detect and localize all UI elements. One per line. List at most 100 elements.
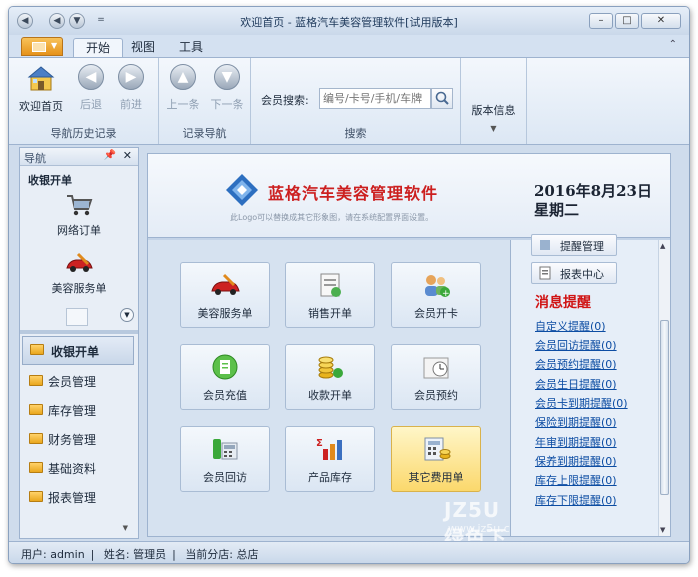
- member-followup-button[interactable]: 会员回访: [180, 426, 270, 492]
- navigation-pane: 导航 📌 ✕ 收银开单 网络订单 美容服务单 ▼ 收银开单 会员管理 库存管理 …: [19, 147, 139, 539]
- nav-item-label: 财务管理: [48, 433, 97, 447]
- payment-order-button[interactable]: 收款开单: [285, 344, 375, 410]
- pin-icon[interactable]: 📌: [104, 150, 116, 161]
- member-recharge-button[interactable]: 会员充值: [180, 344, 270, 410]
- insurance-expiry-reminder-link[interactable]: 保险到期提醒(0): [535, 414, 617, 430]
- member-followup-reminder-link[interactable]: 会员回访提醒(0): [535, 337, 617, 353]
- version-info-button[interactable]: 版本信息 ▼: [461, 102, 526, 133]
- main-content: 蓝格汽车美容管理软件 此Logo可以替换成其它形象图，请在系统配置界面设置。 2…: [147, 153, 671, 563]
- folder-icon: [30, 344, 44, 355]
- svg-text:+: +: [442, 289, 450, 299]
- nav-item-label: 会员管理: [48, 375, 97, 389]
- member-birthday-reminder-link[interactable]: 会员生日提醒(0): [535, 376, 617, 392]
- welcome-banner: 蓝格汽车美容管理软件 此Logo可以替换成其它形象图，请在系统配置界面设置。 2…: [148, 154, 670, 238]
- reminder-panel: 提醒管理 报表中心 消息提醒 自定义提醒(0) 会员回访提醒(0) 会员预约提醒…: [510, 234, 670, 536]
- version-label: 版本信息: [471, 104, 516, 117]
- scrollbar-thumb[interactable]: [660, 320, 669, 495]
- grid-label: 收款开单: [308, 389, 352, 402]
- annual-inspection-reminder-link[interactable]: 年审到期提醒(0): [535, 434, 617, 450]
- member-search-input[interactable]: [319, 88, 431, 109]
- tab-view[interactable]: 视图: [119, 38, 167, 57]
- next-label: 下一条: [210, 98, 244, 111]
- nav-item-basic-data[interactable]: 基础资料: [20, 454, 138, 483]
- folder-icon: [29, 433, 43, 444]
- nav-item-reports[interactable]: 报表管理: [20, 483, 138, 512]
- nav-item-member[interactable]: 会员管理: [20, 367, 138, 396]
- up-arrow-icon: ▲: [170, 64, 196, 90]
- forward-button[interactable]: ▶ 前进: [109, 64, 153, 112]
- car-tools-icon: [209, 271, 241, 299]
- collapse-ribbon-icon[interactable]: ⌃: [669, 39, 677, 50]
- sales-order-button[interactable]: 销售开单: [285, 262, 375, 328]
- window-title: 欢迎首页 - 蓝格汽车美容管理软件[试用版本]: [240, 16, 458, 29]
- card-expiry-reminder-link[interactable]: 会员卡到期提醒(0): [535, 395, 628, 411]
- grid-label: 会员回访: [203, 471, 247, 484]
- maintenance-expiry-reminder-link[interactable]: 保养到期提醒(0): [535, 453, 617, 469]
- home-button[interactable]: 欢迎首页: [17, 64, 65, 114]
- nav-section-title: 收银开单: [28, 174, 72, 187]
- nav-item-inventory[interactable]: 库存管理: [20, 396, 138, 425]
- member-appointment-button[interactable]: 会员预约: [391, 344, 481, 410]
- close-icon[interactable]: ✕: [123, 149, 132, 162]
- tab-tools[interactable]: 工具: [167, 38, 215, 57]
- nav-item-label: 库存管理: [48, 404, 97, 418]
- date-text: 2016年8月23日: [533, 182, 652, 200]
- ribbon: 欢迎首页 ◀ 后退 ▶ 前进 导航历史记录 ▲ 上一条 ▼ 下一条 记录导航 会…: [9, 57, 689, 145]
- previous-record-button[interactable]: ▲ 上一条: [161, 64, 205, 112]
- svg-text:Σ: Σ: [316, 438, 323, 449]
- message-reminder-title: 消息提醒: [535, 295, 591, 311]
- function-grid: 美容服务单 销售开单 + 会员开卡 会员充值 收款开单 会员预约 会员回访 Σ …: [148, 240, 527, 563]
- phone-icon: [209, 435, 241, 463]
- scroll-down-icon[interactable]: ▼: [660, 526, 665, 534]
- back-arrow-icon: ◀: [78, 64, 104, 90]
- close-button[interactable]: ✕: [641, 13, 681, 29]
- nav-options-icon[interactable]: ▼: [123, 524, 128, 532]
- nav-item-beauty-service[interactable]: 美容服务单: [20, 250, 138, 306]
- grid-label: 销售开单: [308, 307, 352, 320]
- nav-splitter[interactable]: [20, 330, 138, 334]
- folder-icon: [29, 375, 43, 386]
- nav-title: 导航: [24, 152, 46, 165]
- nav-item-online-order[interactable]: 网络订单: [20, 192, 138, 248]
- beauty-service-order-button[interactable]: 美容服务单: [180, 262, 270, 328]
- reminder-scrollbar[interactable]: ▲ ▼: [658, 240, 670, 536]
- brand-name: 蓝格汽车美容管理软件: [268, 184, 439, 203]
- nav-big-label: 美容服务单: [51, 282, 107, 295]
- stock-lower-limit-reminder-link[interactable]: 库存下限提醒(0): [535, 492, 617, 508]
- product-inventory-button[interactable]: Σ 产品库存: [285, 426, 375, 492]
- reminder-management-button[interactable]: 提醒管理: [531, 234, 617, 256]
- search-button[interactable]: [431, 88, 453, 109]
- application-button[interactable]: ▼: [21, 37, 63, 56]
- minimize-button[interactable]: –: [589, 13, 613, 29]
- forward-arrow-icon: ▶: [118, 64, 144, 90]
- maximize-button[interactable]: □: [615, 13, 639, 29]
- bell-icon: [538, 238, 552, 252]
- logo-note: 此Logo可以替换成其它形象图，请在系统配置界面设置。: [230, 213, 434, 222]
- stock-upper-limit-reminder-link[interactable]: 库存上限提醒(0): [535, 472, 617, 488]
- member-card-open-button[interactable]: + 会员开卡: [391, 262, 481, 328]
- member-appointment-reminder-link[interactable]: 会员预约提醒(0): [535, 356, 617, 372]
- member-card-icon: +: [420, 271, 452, 299]
- back-button[interactable]: ◀ 后退: [69, 64, 113, 112]
- grid-label: 会员预约: [414, 389, 458, 402]
- nav-item-cashier[interactable]: 收银开单: [22, 336, 134, 365]
- expand-icon[interactable]: ▼: [120, 308, 134, 322]
- other-expense-button[interactable]: 其它费用单: [391, 426, 481, 492]
- car-tools-icon: [64, 250, 94, 276]
- home-label: 欢迎首页: [19, 100, 63, 113]
- nav-item-finance[interactable]: 财务管理: [20, 425, 138, 454]
- home-icon: [27, 64, 55, 92]
- group-label-record: 记录导航: [182, 127, 227, 140]
- weekday-text: 星期二: [533, 201, 579, 219]
- custom-reminder-link[interactable]: 自定义提醒(0): [535, 318, 606, 334]
- grid-label: 产品库存: [308, 471, 352, 484]
- folder-icon: [29, 404, 43, 415]
- brand-logo-icon: [224, 172, 260, 208]
- down-arrow-icon: ▼: [214, 64, 240, 90]
- report-center-button[interactable]: 报表中心: [531, 262, 617, 284]
- scroll-up-icon[interactable]: ▲: [660, 242, 665, 250]
- status-name: 姓名: 管理员: [103, 548, 167, 561]
- next-record-button[interactable]: ▼ 下一条: [205, 64, 249, 112]
- status-bar: 用户: admin | 姓名: 管理员 | 当前分店: 总店: [9, 541, 689, 563]
- tab-start[interactable]: 开始: [73, 38, 124, 57]
